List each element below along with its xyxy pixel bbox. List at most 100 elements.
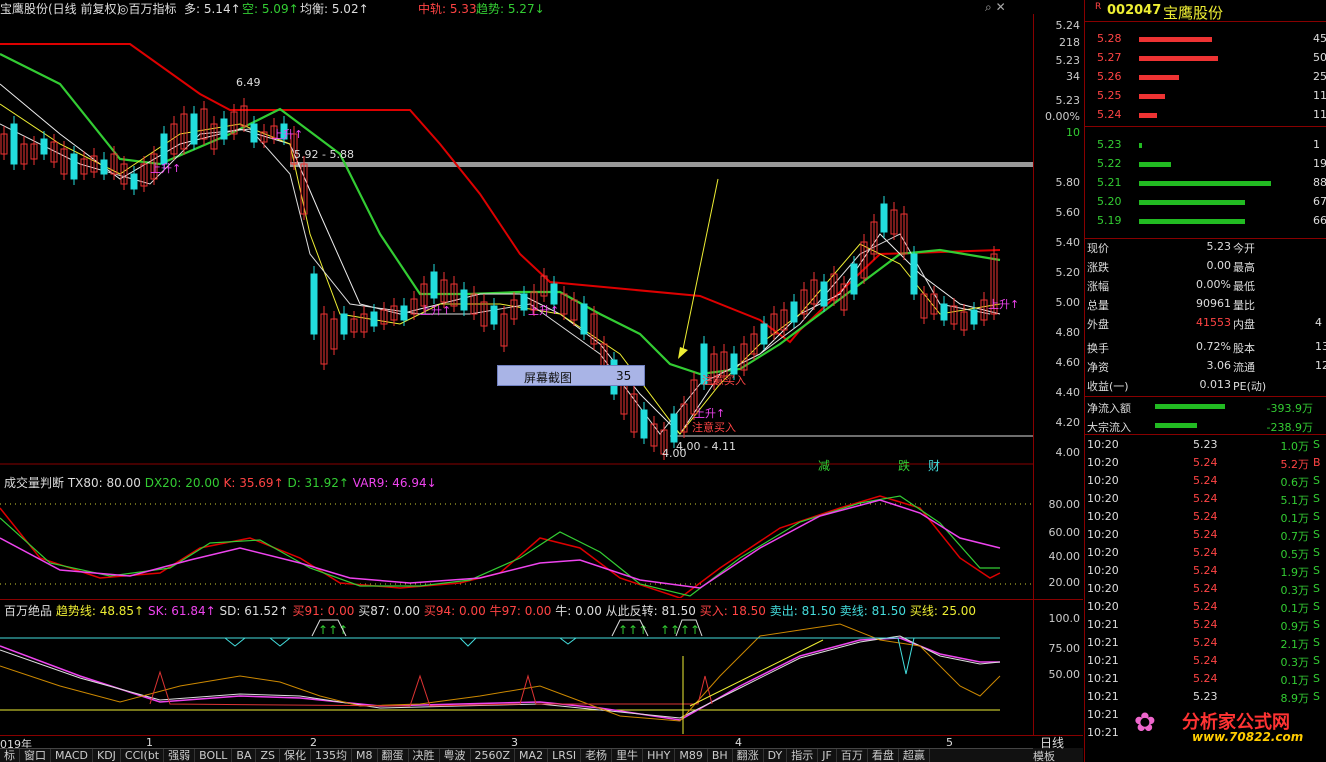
gap-label: 5.92 - 5.88 [294,148,354,161]
tab-9[interactable]: 保化 [280,749,312,762]
stat-row: 涨幅 0.00% 最低 [1087,278,1255,293]
tab-11[interactable]: M8 [352,749,378,762]
tab-6[interactable]: BOLL [195,749,233,762]
tick-row: 10:21 5.24 0.9万 S [1087,618,1320,633]
stat-row: 收益(一) 0.013 PE(动) [1087,378,1267,393]
tab-16[interactable]: MA2 [515,749,549,762]
tab-20[interactable]: HHY [643,749,676,762]
jian-label: 减 [818,459,831,473]
tick-row: 10:21 5.24 0.3万 S [1087,654,1320,669]
tick-row: 10:20 5.23 1.0万 S [1087,438,1320,453]
candle [340,313,348,335]
candle [850,263,858,295]
asks-row: 5.28 45 [1097,32,1326,45]
candle [640,409,648,439]
screenshot-tooltip[interactable]: 屏幕截图 35 [497,365,645,386]
volume-pane: 成交量判断 TX80: 80.00 DX20: 20.00 K: 35.69↑ … [0,474,1083,600]
indicator-tabs: 标窗口 MACD KDJ CCI(bt 强弱 BOLL BA ZS 保化 135均 M8 翻蛋 决胜 粤波… [0,748,1033,762]
tab-29[interactable]: 超赢 [899,749,930,762]
window-controls[interactable]: ⌕ ✕ [985,0,1006,15]
up-signal-2: 上升↑ [272,128,304,141]
candle [40,138,48,155]
tab-12[interactable]: 翻蛋 [378,749,409,762]
candle [430,271,438,299]
candle [940,303,948,321]
tab-10[interactable]: 135均 [311,749,353,762]
candle [220,118,228,140]
tab-22[interactable]: BH [708,749,733,762]
green-trend-line [0,53,1001,376]
baiwan-pane: 百万绝品 趋势线: 48.85↑ SK: 61.84↑ SD: 61.52↑ 买… [0,600,1083,736]
bids-row: 5.20 67 [1097,195,1326,208]
tab-5[interactable]: 强弱 [164,749,196,762]
tab-3[interactable]: KDJ [93,749,121,762]
up-signal-3: 上升↑ [420,304,452,317]
tab-4[interactable]: CCI(bt [121,749,165,762]
up-signal-6: 上升↑ [988,298,1020,311]
candle [130,173,138,190]
tab-2[interactable]: MACD [51,749,93,762]
tick-row: 10:20 5.24 0.1万 S [1087,510,1320,525]
close-icon[interactable]: ✕ [996,0,1006,14]
candle [520,293,528,311]
stock-name: 宝鹰股份 [1163,4,1224,22]
candle-chart [0,43,1033,465]
tab-23[interactable]: 翻涨 [733,749,764,762]
candles-group [0,98,998,460]
stock-code: 002047 [1107,3,1162,18]
asks-row: 5.27 50 [1097,51,1326,64]
tab-0[interactable]: 标 [0,749,20,762]
tab-7[interactable]: BA [232,749,257,762]
tab-25[interactable]: 指示 [787,749,819,762]
red-band-line [0,43,1001,344]
resistance-line [290,162,1033,167]
tab-17[interactable]: LRSI [548,749,582,762]
candle [310,273,318,335]
up-signal-1: 上升↑ [150,162,182,175]
candle [100,159,108,175]
flow-row: 净流入额 -393.9万 [1087,402,1313,415]
volume-axis: 80.00 60.00 40.00 20.00 [1033,474,1083,600]
tab-18[interactable]: 老杨 [581,749,613,762]
high-label: 6.49 [236,76,261,89]
tick-row: 10:20 5.24 1.9万 S [1087,564,1320,579]
svg-text:↑↑↑: ↑↑↑ [318,623,348,637]
tick-row: 10:20 5.24 0.7万 S [1087,528,1320,543]
search-icon[interactable]: ⌕ [985,0,992,14]
tab-13[interactable]: 决胜 [409,749,440,762]
period-selector[interactable]: 日线 [1040,734,1064,751]
bids-row: 5.22 19 [1097,157,1326,170]
flower-logo-icon: ✿ [1134,708,1156,738]
low-label-2: 4.00 [662,447,687,460]
svg-text:↑↑↑: ↑↑↑ [618,623,648,637]
tab-19[interactable]: 里牛 [612,749,644,762]
candle [70,153,78,180]
tab-26[interactable]: JF [818,749,837,762]
stat-row: 总量 90961 量比 [1087,297,1255,312]
svg-text:↑↑: ↑↑ [660,623,680,637]
tick-row: 10:20 5.24 5.1万 S [1087,492,1320,507]
tab-28[interactable]: 看盘 [868,749,899,762]
candle [910,253,918,295]
candle [370,311,378,327]
bids-row: 5.23 1 [1097,138,1320,151]
tab-15[interactable]: 2560Z [471,749,516,762]
candle [250,123,258,143]
tab-24[interactable]: DY [764,749,788,762]
quote-panel: R 002047 宝鹰股份 5.28 45 5.27 50 5.26 25 5.25 11 5.… [1084,0,1326,762]
stat-row: 换手 0.72% 股本 13 [1087,340,1326,355]
buy-signal: 注意买入 [692,421,736,434]
candle [760,323,768,345]
asks-row: 5.26 25 [1097,70,1326,83]
tab-14[interactable]: 粤波 [440,749,471,762]
stat-row: 净资 3.06 流通 12 [1087,359,1326,374]
tab-21[interactable]: M89 [675,749,708,762]
tab-27[interactable]: 百万 [837,749,868,762]
tab-1[interactable]: 窗口 [20,749,51,762]
tick-row: 10:21 5.24 0.1万 S [1087,672,1320,687]
baiwan-axis: 100.0 75.00 50.00 [1033,600,1083,736]
stat-row: 外盘 41553 内盘 4 [1087,316,1322,331]
tab-8[interactable]: ZS [256,749,281,762]
svg-text:↑↑: ↑↑ [680,623,700,637]
candle [880,203,888,233]
